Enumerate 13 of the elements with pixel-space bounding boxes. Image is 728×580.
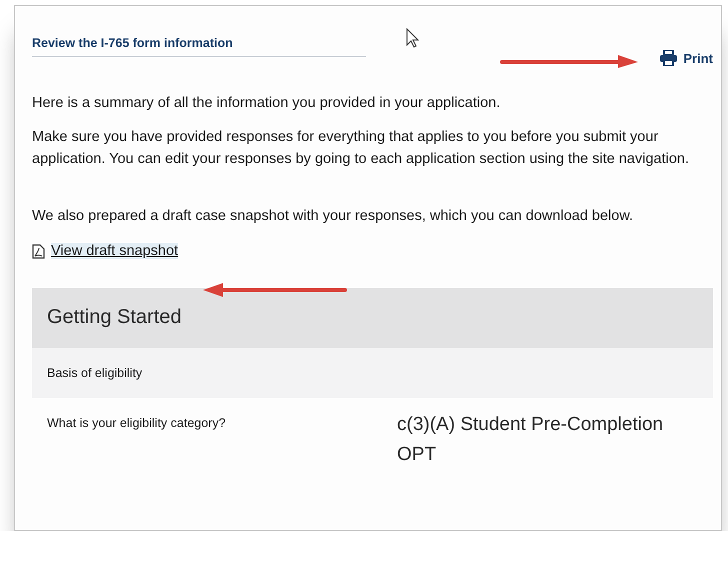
printer-icon [660, 50, 678, 66]
section-header: Getting Started [32, 288, 713, 348]
subsection-header: Basis of eligibility [32, 348, 713, 398]
answer-value: c(3)(A) Student Pre-Completion OPT [397, 412, 664, 466]
mouse-cursor-icon [406, 28, 420, 48]
paragraph: We also prepared a draft case snapshot with your responses, which you can download below. [32, 207, 634, 226]
paragraph: Here is a summary of all the information you provided in your application. [32, 94, 502, 113]
section-title: Review the I-765 form information [32, 36, 366, 57]
view-snapshot-link[interactable]: View draft snapshot [51, 243, 178, 259]
paragraph: Make sure you have provided responses for everything that applies to you before you submit your application. You can edit your responses by going to each application section using the site navigation. [32, 128, 690, 169]
question-label: What is your eligibility category? [47, 414, 227, 432]
pdf-file-icon [32, 244, 45, 258]
print-button[interactable]: Print [660, 50, 713, 66]
